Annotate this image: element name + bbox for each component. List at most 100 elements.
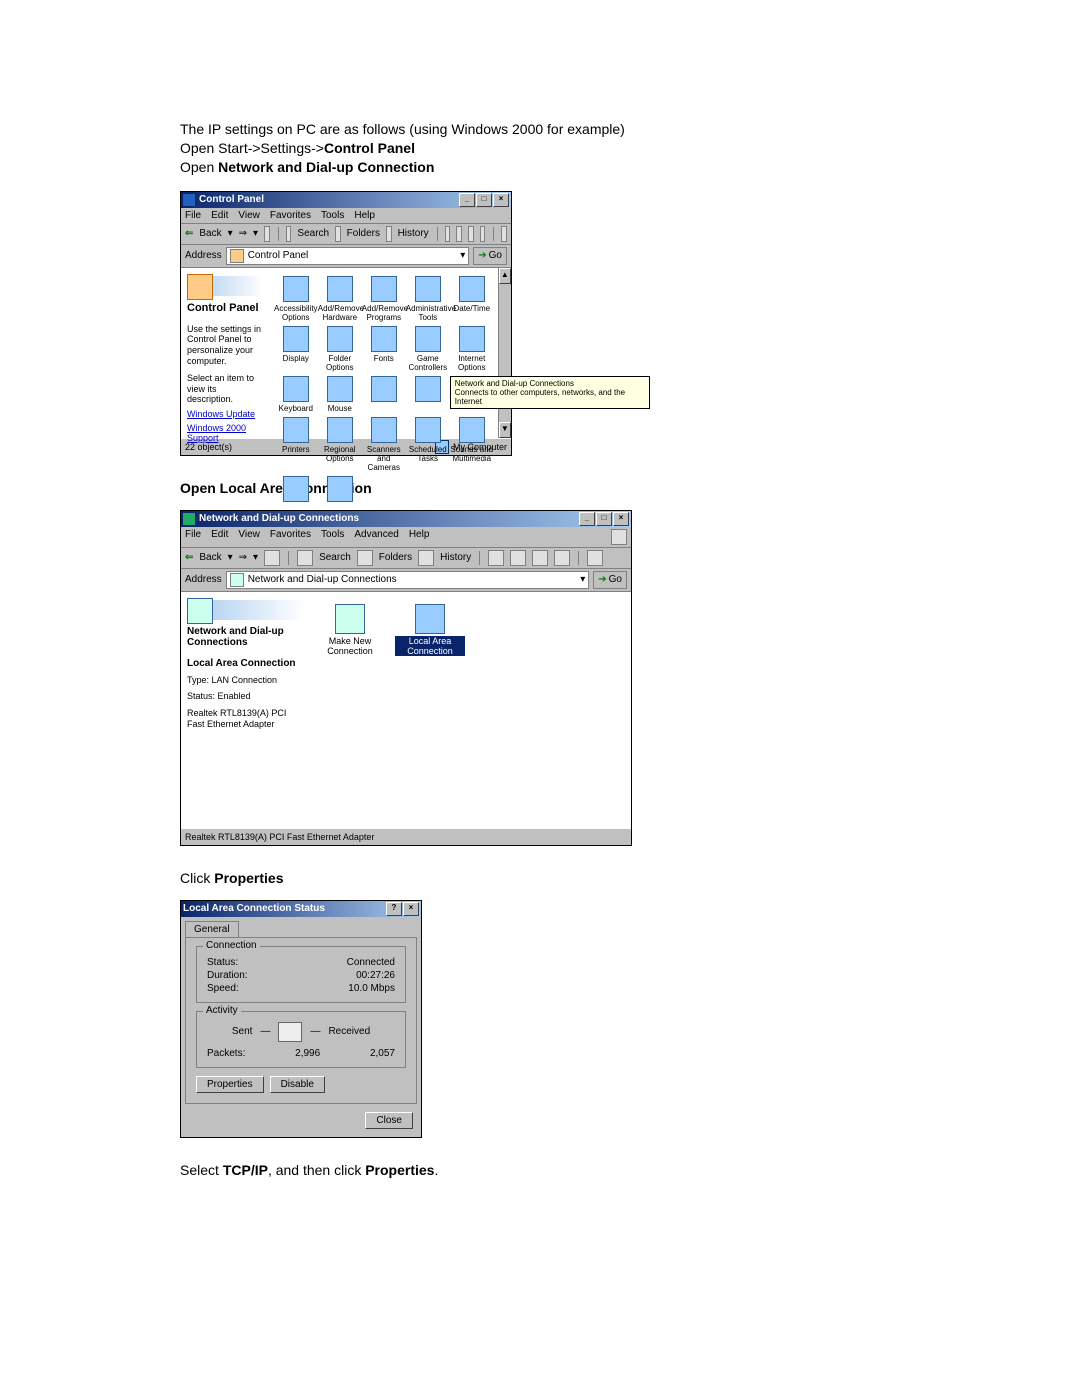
cp-item-scheduled-tasks[interactable]: Scheduled Tasks: [406, 417, 450, 472]
maximize-button[interactable]: □: [596, 512, 612, 526]
menu-favorites[interactable]: Favorites: [270, 529, 311, 545]
search-icon[interactable]: [297, 550, 313, 566]
back-button[interactable]: Back: [199, 228, 221, 239]
close-dialog-button[interactable]: Close: [365, 1112, 413, 1129]
address-dropdown-icon[interactable]: ▾: [460, 250, 465, 261]
close-button[interactable]: ×: [493, 193, 509, 207]
copyto-icon[interactable]: [456, 226, 462, 242]
menu-help[interactable]: Help: [409, 529, 430, 545]
undo-icon[interactable]: [554, 550, 570, 566]
history-icon[interactable]: [386, 226, 392, 242]
menu-favorites[interactable]: Favorites: [270, 210, 311, 221]
up-icon[interactable]: [264, 550, 280, 566]
menu-view[interactable]: View: [238, 529, 260, 545]
menu-tools[interactable]: Tools: [321, 529, 344, 545]
forward-icon[interactable]: ⇒: [239, 552, 247, 563]
cp-item-accessibility[interactable]: Accessibility Options: [274, 276, 318, 322]
cp-item-mouse[interactable]: Mouse: [318, 376, 362, 413]
copyto-icon[interactable]: [510, 550, 526, 566]
folders-button[interactable]: Folders: [379, 552, 412, 563]
back-icon[interactable]: ⇐: [185, 552, 193, 563]
history-button[interactable]: History: [398, 228, 429, 239]
cp-item-datetime[interactable]: Date/Time: [450, 276, 494, 322]
make-new-connection[interactable]: Make New Connection: [315, 604, 385, 656]
history-icon[interactable]: [418, 550, 434, 566]
menu-file[interactable]: File: [185, 210, 201, 221]
cp-item-system[interactable]: [274, 476, 318, 504]
menu-edit[interactable]: Edit: [211, 210, 228, 221]
cp-item-network[interactable]: [362, 376, 406, 413]
cp-item-users[interactable]: [318, 476, 362, 504]
forward-icon[interactable]: ⇒: [239, 228, 247, 239]
search-icon[interactable]: [286, 226, 292, 242]
up-icon[interactable]: [264, 226, 270, 242]
duration-label: Duration:: [207, 970, 248, 981]
cp-item-game-controllers[interactable]: Game Controllers: [406, 326, 450, 372]
close-button[interactable]: ×: [613, 512, 629, 526]
folders-icon[interactable]: [335, 226, 341, 242]
cp-item-add-hardware[interactable]: Add/Remove Hardware: [318, 276, 362, 322]
packets-received: 2,057: [370, 1048, 395, 1059]
cp-item-display[interactable]: Display: [274, 326, 318, 372]
back-button[interactable]: Back: [199, 552, 221, 563]
search-button[interactable]: Search: [319, 552, 351, 563]
go-arrow-icon: ➔: [478, 250, 486, 261]
minimize-button[interactable]: _: [459, 193, 475, 207]
cp-item-admin-tools[interactable]: Administrative Tools: [406, 276, 450, 322]
cp-item-scanners[interactable]: Scanners and Cameras: [362, 417, 406, 472]
titlebar[interactable]: Network and Dial-up Connections _ □ ×: [181, 511, 631, 527]
cp-item-sounds[interactable]: Sounds and Multimedia: [450, 417, 494, 472]
speed-value: 10.0 Mbps: [348, 983, 395, 994]
address-field[interactable]: Control Panel ▾: [226, 247, 470, 265]
moveto-icon[interactable]: [445, 226, 451, 242]
menu-tools[interactable]: Tools: [321, 210, 344, 221]
address-field[interactable]: Network and Dial-up Connections ▾: [226, 571, 590, 589]
go-button[interactable]: ➔ Go: [473, 247, 507, 265]
maximize-button[interactable]: □: [476, 193, 492, 207]
minimize-button[interactable]: _: [579, 512, 595, 526]
back-dropdown-icon[interactable]: ▾: [228, 552, 233, 563]
menu-edit[interactable]: Edit: [211, 529, 228, 545]
disable-button[interactable]: Disable: [270, 1076, 325, 1093]
scroll-down-icon[interactable]: ▼: [499, 422, 511, 438]
windows-2000-support-link[interactable]: Windows 2000 Support: [187, 423, 264, 443]
moveto-icon[interactable]: [488, 550, 504, 566]
delete-icon[interactable]: [532, 550, 548, 566]
address-dropdown-icon[interactable]: ▾: [580, 574, 585, 585]
titlebar[interactable]: Local Area Connection Status ? ×: [181, 901, 421, 917]
menu-help[interactable]: Help: [354, 210, 375, 221]
cp-item-internet-options[interactable]: Internet Options: [450, 326, 494, 372]
undo-icon[interactable]: [480, 226, 486, 242]
windows-update-link[interactable]: Windows Update: [187, 409, 264, 419]
cp-item-keyboard[interactable]: Keyboard: [274, 376, 318, 413]
menu-advanced[interactable]: Advanced: [354, 529, 398, 545]
titlebar[interactable]: Control Panel _ □ ×: [181, 192, 511, 208]
help-button[interactable]: ?: [386, 902, 402, 916]
back-icon[interactable]: ⇐: [185, 228, 193, 239]
views-icon[interactable]: [587, 550, 603, 566]
views-icon[interactable]: [501, 226, 507, 242]
search-button[interactable]: Search: [297, 228, 329, 239]
scroll-up-icon[interactable]: ▲: [499, 268, 511, 284]
menu-view[interactable]: View: [238, 210, 260, 221]
close-button[interactable]: ×: [403, 902, 419, 916]
back-dropdown-icon[interactable]: ▾: [228, 228, 233, 239]
cp-item-regional[interactable]: Regional Options: [318, 417, 362, 472]
forward-dropdown-icon[interactable]: ▾: [253, 552, 258, 563]
folders-button[interactable]: Folders: [347, 228, 380, 239]
properties-button[interactable]: Properties: [196, 1076, 264, 1093]
tab-general[interactable]: General: [185, 921, 239, 937]
menu-file[interactable]: File: [185, 529, 201, 545]
local-area-connection[interactable]: Local Area Connection: [395, 604, 465, 656]
folders-icon[interactable]: [357, 550, 373, 566]
cp-item-fonts[interactable]: Fonts: [362, 326, 406, 372]
forward-dropdown-icon[interactable]: ▾: [253, 228, 258, 239]
cp-item-add-programs[interactable]: Add/Remove Programs: [362, 276, 406, 322]
vertical-scrollbar[interactable]: ▲ ▼: [498, 268, 511, 438]
cp-item-phone-modem[interactable]: [406, 376, 450, 413]
history-button[interactable]: History: [440, 552, 471, 563]
cp-item-folder-options[interactable]: Folder Options: [318, 326, 362, 372]
delete-icon[interactable]: [468, 226, 474, 242]
go-button[interactable]: ➔ Go: [593, 571, 627, 589]
cp-item-printers[interactable]: Printers: [274, 417, 318, 472]
